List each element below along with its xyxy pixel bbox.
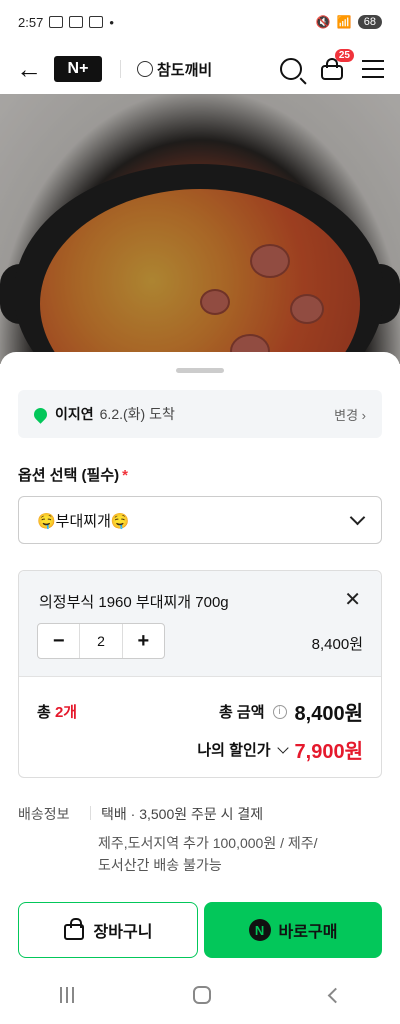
cart-button[interactable]: 25 <box>320 49 354 80</box>
delivery-info: 이지연 6.2.(화) 도착 변경 › <box>18 390 382 438</box>
action-buttons: 장바구니 N 바로구매 <box>18 902 382 958</box>
brand-logo-icon <box>137 61 153 77</box>
total-amount-label: 총 금액 <box>218 704 265 721</box>
discount-value: 7,900원 <box>294 741 363 763</box>
store-name: 참도깨비 <box>157 61 213 79</box>
naver-plus-logo[interactable]: N+ <box>54 56 102 82</box>
total-amount-value: 8,400원 <box>294 703 363 725</box>
option-select[interactable]: 🤤부대찌개🤤 <box>18 496 382 544</box>
back-arrow-icon[interactable]: ← <box>16 54 44 85</box>
delivery-date: 6.2.(화) 도착 <box>99 406 175 422</box>
shipping-extra: 제주,도서지역 추가 100,000원 / 제주/ <box>98 835 318 851</box>
notification-icon <box>69 16 84 28</box>
change-address-link[interactable]: 변경 › <box>334 405 366 424</box>
total-amount: 총 금액 i 8,400원 <box>219 697 363 726</box>
menu-icon[interactable] <box>362 60 384 78</box>
system-nav-bar <box>0 966 400 1024</box>
wifi-icon: 📶 <box>336 15 352 29</box>
close-icon[interactable]: ✕ <box>344 587 361 612</box>
recipient-name: 이지연 <box>55 406 94 422</box>
selected-option-box: 의정부식 1960 부대찌개 700g ✕ − 2 + 8,400원 총 2개 … <box>18 570 382 778</box>
status-bar: 2:57 • 🔇 📶 68 <box>0 0 400 44</box>
divider <box>120 60 121 78</box>
search-icon[interactable] <box>280 58 302 80</box>
recents-icon[interactable] <box>59 987 74 1003</box>
option-selected-value: 🤤부대찌개🤤 <box>37 512 130 530</box>
required-mark: * <box>122 467 128 484</box>
discount-price[interactable]: 나의 할인가 7,900원 <box>197 735 363 764</box>
shipping-extra: 도서산간 배송 불가능 <box>98 857 222 873</box>
add-to-cart-button[interactable]: 장바구니 <box>18 902 198 958</box>
notification-icon <box>49 16 64 28</box>
purchase-sheet: 이지연 6.2.(화) 도착 변경 › 옵션 선택 (필수) * 🤤부대찌개🤤 의… <box>0 352 400 1024</box>
buy-now-button[interactable]: N 바로구매 <box>204 902 382 958</box>
back-icon[interactable] <box>327 987 343 1003</box>
product-image <box>0 94 400 364</box>
shipping-label: 배송정보 <box>18 806 70 822</box>
increase-button[interactable]: + <box>123 624 164 658</box>
cart-badge: 25 <box>334 49 354 62</box>
notification-icon <box>89 16 104 28</box>
dot-icon: • <box>109 14 114 30</box>
quantity-value[interactable]: 2 <box>79 624 123 658</box>
location-pin-icon <box>31 404 50 424</box>
mute-icon: 🔇 <box>315 15 331 29</box>
modal-overlay[interactable] <box>0 94 400 364</box>
quantity-stepper: − 2 + <box>37 623 165 659</box>
battery-indicator: 68 <box>357 15 382 29</box>
store-brand[interactable]: 참도깨비 <box>137 59 212 80</box>
shopping-bag-icon <box>63 918 84 940</box>
shipping-desc: 택배 · 3,500원 주문 시 결제 <box>101 806 264 822</box>
option-title: 옵션 선택 (필수) * <box>18 467 128 484</box>
total-count: 총 2개 <box>37 704 78 721</box>
chevron-down-icon <box>276 741 289 754</box>
status-time: 2:57 <box>18 14 44 30</box>
selected-item-name: 의정부식 1960 부대찌개 700g <box>39 594 229 611</box>
decrease-button[interactable]: − <box>38 624 79 658</box>
info-icon[interactable]: i <box>272 704 287 719</box>
naver-pay-icon: N <box>248 919 271 941</box>
item-price: 8,400원 <box>311 636 363 653</box>
chevron-down-icon <box>349 509 366 525</box>
home-icon[interactable] <box>192 986 211 1004</box>
discount-label: 나의 할인가 <box>197 742 271 759</box>
app-bar: ← N+ 참도깨비 25 <box>0 44 400 94</box>
shipping-info: 배송정보 택배 · 3,500원 주문 시 결제 제주,도서지역 추가 100,… <box>18 804 382 876</box>
sheet-handle[interactable] <box>176 368 224 373</box>
